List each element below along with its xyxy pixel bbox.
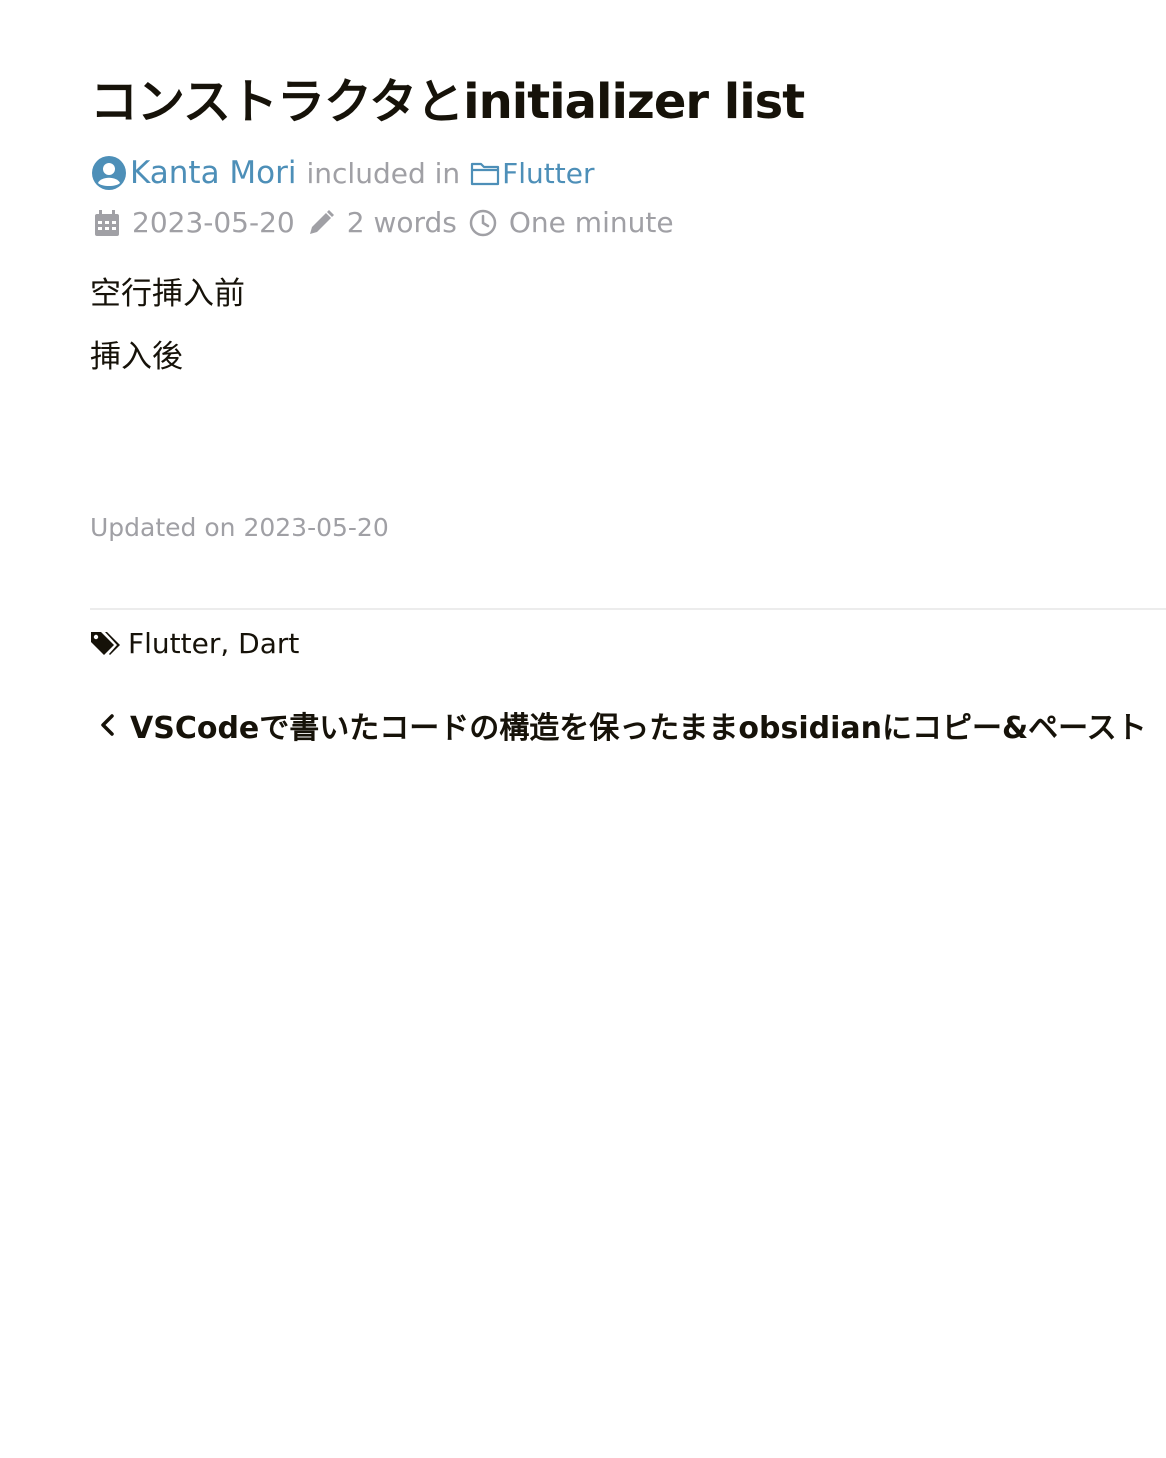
tags-list: Flutter, Dart [128,627,299,660]
author-link[interactable]: Kanta Mori [130,155,297,191]
tag-link-dart[interactable]: Dart [238,627,299,660]
chevron-left-icon [101,714,114,736]
tags-icon [91,631,120,655]
prev-post-title: VSCodeで書いたコードの構造を保ったままobsidianにコピー&ペースト [130,711,1147,746]
post-title: コンストラクタとinitializer list [90,74,805,130]
divider [90,608,1166,610]
post-paragraph: 空行挿入前 [90,276,245,312]
post-meta-author-row: Kanta Mori included in Flutter [92,155,595,191]
category-link[interactable]: Flutter [502,157,594,190]
page: コンストラクタとinitializer list Kanta Mori incl… [0,0,1166,1458]
user-circle-icon [92,156,126,190]
word-count: 2 words [346,206,457,239]
post-paragraph: 挿入後 [90,339,183,375]
tag-separator: , [220,627,239,660]
calendar-icon [95,209,119,236]
post-meta-stats-row: 2023-05-20 2 words One minute [94,206,674,239]
post-date: 2023-05-20 [132,206,295,239]
folder-icon [471,162,500,186]
tag-link-flutter[interactable]: Flutter [128,627,220,660]
prev-post-link[interactable]: VSCodeで書いたコードの構造を保ったままobsidianにコピー&ペースト [98,703,1166,747]
pencil-icon [309,209,334,234]
reading-time: One minute [508,206,674,239]
clock-icon [469,209,497,236]
tags-row: Flutter, Dart [90,627,299,660]
included-in-label: included in [306,156,461,190]
updated-date: Updated on 2023-05-20 [90,513,389,542]
